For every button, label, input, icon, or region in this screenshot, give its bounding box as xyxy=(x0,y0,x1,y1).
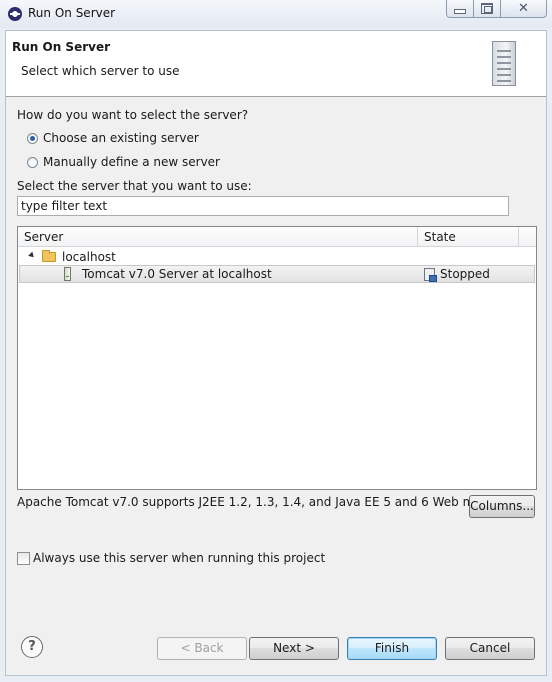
wizard-header: Run On Server Select which server to use xyxy=(6,31,546,97)
run-on-server-window: Run On Server ✕ Run On Server Select whi… xyxy=(0,0,552,682)
column-header-state[interactable]: State xyxy=(418,227,519,247)
always-use-checkbox[interactable] xyxy=(17,552,30,565)
server-wizard-graphic xyxy=(492,41,516,86)
server-filter-input[interactable] xyxy=(17,196,509,216)
tree-row-tomcat-server[interactable]: Tomcat v7.0 Server at localhost Stopped xyxy=(19,265,535,283)
always-use-label[interactable]: Always use this server when running this… xyxy=(33,551,325,565)
wizard-body: How do you want to select the server? Ch… xyxy=(6,97,546,617)
title-bar[interactable]: Run On Server ✕ xyxy=(0,0,552,28)
minimize-icon xyxy=(454,9,466,14)
minimize-button[interactable] xyxy=(446,0,474,18)
wizard-title: Run On Server xyxy=(12,40,111,54)
dialog-client-area: Run On Server Select which server to use… xyxy=(5,30,547,676)
tree-row-label: localhost xyxy=(62,250,116,264)
back-button[interactable]: < Back xyxy=(157,637,247,660)
radio-existing-server-button[interactable] xyxy=(27,133,38,144)
radio-new-server-label[interactable]: Manually define a new server xyxy=(43,155,220,169)
cancel-button[interactable]: Cancel xyxy=(445,637,535,660)
close-icon: ✕ xyxy=(518,1,529,16)
tree-row-label: Tomcat v7.0 Server at localhost xyxy=(82,267,272,281)
tree-expand-icon[interactable] xyxy=(28,251,36,260)
tomcat-server-icon xyxy=(64,267,71,281)
column-header-server[interactable]: Server xyxy=(18,227,418,247)
wizard-message: Select which server to use xyxy=(21,64,180,78)
maximize-icon xyxy=(481,3,493,14)
tree-row-localhost[interactable]: localhost xyxy=(19,248,535,266)
window-title: Run On Server xyxy=(28,6,116,20)
server-list-label: Select the server that you want to use: xyxy=(17,179,252,193)
maximize-button[interactable] xyxy=(473,0,501,18)
folder-icon xyxy=(42,250,56,262)
close-button[interactable]: ✕ xyxy=(500,0,547,18)
selection-question: How do you want to select the server? xyxy=(17,108,249,122)
server-table[interactable]: Server State localhost Tomcat v7.0 Serve… xyxy=(17,226,537,490)
server-state-text: Stopped xyxy=(440,267,490,281)
eclipse-icon xyxy=(8,7,22,21)
server-description: Apache Tomcat v7.0 supports J2EE 1.2, 1.… xyxy=(17,495,518,509)
finish-button[interactable]: Finish xyxy=(347,637,437,660)
radio-existing-server-label[interactable]: Choose an existing server xyxy=(43,131,199,145)
server-stopped-icon xyxy=(424,268,437,282)
columns-button[interactable]: Columns... xyxy=(469,495,535,518)
column-header-filler xyxy=(519,227,536,247)
next-button[interactable]: Next > xyxy=(249,637,339,660)
help-icon[interactable]: ? xyxy=(21,636,43,658)
radio-new-server-button[interactable] xyxy=(27,157,38,168)
